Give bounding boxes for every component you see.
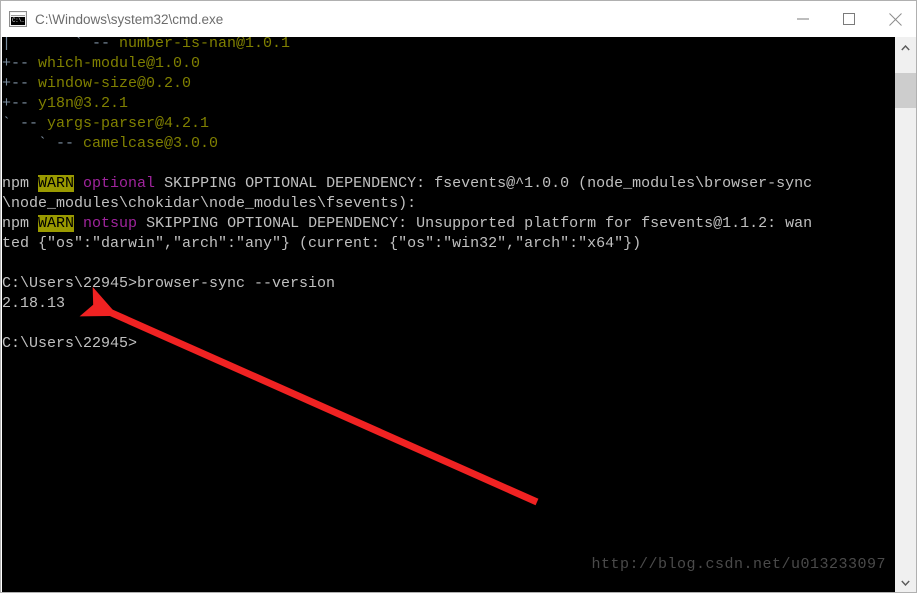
terminal-text-span: window-size@0.2.0 bbox=[38, 75, 192, 92]
terminal-text-span: \node_modules\chokidar\node_modules\fsev… bbox=[2, 195, 417, 212]
cmd-icon-titlebar-stripe bbox=[11, 13, 25, 16]
terminal-line: 2.18.13 bbox=[2, 294, 896, 314]
title-bar[interactable]: C:\. C:\Windows\system32\cmd.exe bbox=[1, 1, 916, 37]
terminal-line: +-- window-size@0.2.0 bbox=[2, 74, 896, 94]
chevron-down-icon bbox=[901, 580, 910, 586]
terminal-text-span: camelcase@3.0.0 bbox=[83, 135, 219, 152]
terminal-text-span: WARN bbox=[38, 175, 75, 192]
minimize-icon bbox=[797, 18, 809, 20]
terminal-text-span: SKIPPING OPTIONAL DEPENDENCY: fsevents@^… bbox=[155, 175, 813, 192]
terminal-text-span: | ` -- bbox=[2, 37, 120, 52]
terminal-text-span: C:\Users\22945>browser-sync --version bbox=[2, 275, 336, 292]
maximize-icon bbox=[843, 13, 855, 25]
terminal-text-span bbox=[74, 215, 83, 232]
minimize-button[interactable] bbox=[780, 1, 826, 37]
terminal-line: +-- y18n@3.2.1 bbox=[2, 94, 896, 114]
cmd-icon-screen: C:\. bbox=[11, 17, 25, 25]
terminal-text-span: +-- bbox=[2, 55, 39, 72]
maximize-button[interactable] bbox=[826, 1, 872, 37]
terminal-text-span: which-module@1.0.0 bbox=[38, 55, 201, 72]
terminal-text-span: +-- bbox=[2, 95, 39, 112]
terminal-text-span: SKIPPING OPTIONAL DEPENDENCY: Unsupporte… bbox=[137, 215, 813, 232]
terminal-line: +-- which-module@1.0.0 bbox=[2, 54, 896, 74]
terminal-text-span bbox=[74, 175, 83, 192]
close-icon bbox=[888, 12, 902, 26]
terminal-text-span: +-- bbox=[2, 75, 39, 92]
scroll-up-button[interactable] bbox=[895, 37, 916, 58]
vertical-scrollbar[interactable] bbox=[894, 37, 916, 592]
terminal-text-span: yargs-parser@4.2.1 bbox=[47, 115, 210, 132]
terminal-text-span: y18n@3.2.1 bbox=[38, 95, 129, 112]
terminal-line: C:\Users\22945>browser-sync --version bbox=[2, 274, 896, 294]
terminal-line: \node_modules\chokidar\node_modules\fsev… bbox=[2, 194, 896, 214]
terminal-line: ` -- yargs-parser@4.2.1 bbox=[2, 114, 896, 134]
terminal-line: | ` -- number-is-nan@1.0.1 bbox=[2, 37, 896, 54]
terminal-line: ted {"os":"darwin","arch":"any"} (curren… bbox=[2, 234, 896, 254]
scrollbar-track[interactable] bbox=[895, 58, 916, 572]
terminal-text-span: optional bbox=[83, 175, 156, 192]
terminal-output[interactable]: | ` -- number-is-nan@1.0.1 +-- which-modu… bbox=[2, 37, 896, 592]
terminal-line-list: | ` -- number-is-nan@1.0.1 +-- which-modu… bbox=[2, 37, 896, 354]
scroll-down-button[interactable] bbox=[895, 572, 916, 592]
close-button[interactable] bbox=[872, 1, 916, 37]
chevron-up-icon bbox=[901, 44, 910, 50]
cmd-icon: C:\. bbox=[9, 11, 27, 27]
terminal-text-span: ` -- bbox=[2, 135, 84, 152]
terminal-line: npm WARN optional SKIPPING OPTIONAL DEPE… bbox=[2, 174, 896, 194]
terminal-line: ` -- camelcase@3.0.0 bbox=[2, 134, 896, 154]
terminal-text-span: ted {"os":"darwin","arch":"any"} (curren… bbox=[2, 235, 642, 252]
terminal-text-span: WARN bbox=[38, 215, 75, 232]
terminal-text-span: ` -- bbox=[2, 115, 48, 132]
terminal-text-span: number-is-nan@1.0.1 bbox=[119, 37, 291, 52]
cmd-window: C:\. C:\Windows\system32\cmd.exe | ` -- … bbox=[0, 0, 917, 593]
terminal-text-span: notsup bbox=[83, 215, 138, 232]
watermark-text: http://blog.csdn.net/u013233097 bbox=[591, 556, 886, 573]
terminal-text-span: 2.18.13 bbox=[2, 295, 66, 312]
terminal-line: npm WARN notsup SKIPPING OPTIONAL DEPEND… bbox=[2, 214, 896, 234]
terminal-text-span: npm bbox=[2, 215, 39, 232]
terminal-line: C:\Users\22945> bbox=[2, 334, 896, 354]
scrollbar-thumb[interactable] bbox=[895, 73, 916, 108]
terminal-text-span: C:\Users\22945> bbox=[2, 335, 138, 352]
window-title: C:\Windows\system32\cmd.exe bbox=[35, 11, 224, 27]
terminal-text-span: npm bbox=[2, 175, 39, 192]
